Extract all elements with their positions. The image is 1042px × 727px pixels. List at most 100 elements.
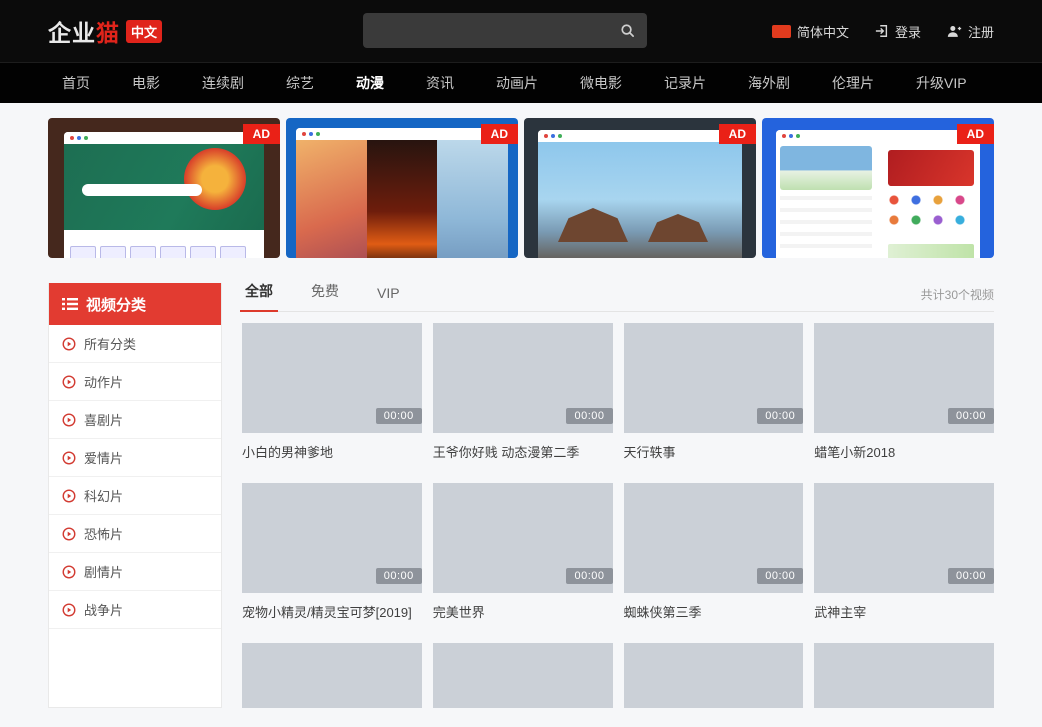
sidebar-item-war[interactable]: 战争片 xyxy=(49,591,221,629)
video-thumbnail xyxy=(814,643,994,708)
video-card-partial[interactable] xyxy=(433,643,613,708)
play-circle-icon xyxy=(62,489,76,503)
nav-item-variety[interactable]: 综艺 xyxy=(286,73,314,93)
video-title: 蜡笔小新2018 xyxy=(814,442,994,461)
tab-vip[interactable]: VIP xyxy=(374,285,403,311)
video-thumbnail xyxy=(624,643,804,708)
video-title: 王爷你好贱 动态漫第二季 xyxy=(433,442,613,461)
filter-tabbar: 全部 免费 VIP 共计30个视频 xyxy=(242,283,994,312)
logo-text: 企业猫 xyxy=(48,14,120,48)
top-header: 企业猫 中文 简体中文 xyxy=(0,0,1042,62)
language-switch[interactable]: 简体中文 xyxy=(772,22,849,41)
play-circle-icon xyxy=(62,375,76,389)
nav-item-microfilm[interactable]: 微电影 xyxy=(580,73,622,93)
login-label: 登录 xyxy=(895,22,921,41)
video-card[interactable]: 00:00 宠物小精灵/精灵宝可梦[2019] xyxy=(242,483,422,621)
ad-banner-3[interactable]: AD xyxy=(524,118,756,258)
video-card[interactable]: 00:00 武神主宰 xyxy=(814,483,994,621)
language-label: 简体中文 xyxy=(797,22,849,41)
sign-in-icon xyxy=(875,24,889,38)
video-card-partial[interactable] xyxy=(814,643,994,708)
video-thumbnail: 00:00 xyxy=(814,323,994,433)
sidebar-item-action[interactable]: 动作片 xyxy=(49,363,221,401)
video-card[interactable]: 00:00 蜘蛛侠第三季 xyxy=(624,483,804,621)
play-circle-icon xyxy=(62,451,76,465)
ad-banner-2[interactable]: AD xyxy=(286,118,518,258)
tab-all[interactable]: 全部 xyxy=(242,283,276,311)
nav-item-home[interactable]: 首页 xyxy=(62,73,90,93)
duration-badge: 00:00 xyxy=(376,408,422,424)
video-card[interactable]: 00:00 蜡笔小新2018 xyxy=(814,323,994,461)
ad-badge: AD xyxy=(243,124,280,144)
main-content: 视频分类 所有分类 动作片 喜剧片 爱情片 xyxy=(48,283,994,708)
video-title: 蜘蛛侠第三季 xyxy=(624,602,804,621)
nav-item-anime[interactable]: 动漫 xyxy=(356,73,384,93)
sidebar-item-comedy[interactable]: 喜剧片 xyxy=(49,401,221,439)
ad-banner-4[interactable]: AD xyxy=(762,118,994,258)
duration-badge: 00:00 xyxy=(948,408,994,424)
site-logo[interactable]: 企业猫 中文 xyxy=(48,14,162,48)
video-card-partial[interactable] xyxy=(242,643,422,708)
video-count-text: 共计30个视频 xyxy=(921,286,994,311)
category-sidebar: 视频分类 所有分类 动作片 喜剧片 爱情片 xyxy=(48,283,222,708)
duration-badge: 00:00 xyxy=(566,568,612,584)
flag-icon xyxy=(772,25,791,38)
tab-free[interactable]: 免费 xyxy=(308,283,342,311)
user-plus-icon xyxy=(947,24,962,38)
video-thumbnail xyxy=(433,643,613,708)
video-list-panel: 全部 免费 VIP 共计30个视频 00:00 小白的男神爹地 00:00 王爷… xyxy=(242,283,994,708)
video-card[interactable]: 00:00 完美世界 xyxy=(433,483,613,621)
sidebar-item-scifi[interactable]: 科幻片 xyxy=(49,477,221,515)
nav-item-ethics[interactable]: 伦理片 xyxy=(832,73,874,93)
play-circle-icon xyxy=(62,565,76,579)
sidebar-header: 视频分类 xyxy=(49,283,221,325)
video-title: 小白的男神爹地 xyxy=(242,442,422,461)
nav-item-cartoon[interactable]: 动画片 xyxy=(496,73,538,93)
video-card[interactable]: 00:00 天行轶事 xyxy=(624,323,804,461)
sidebar-item-romance[interactable]: 爱情片 xyxy=(49,439,221,477)
video-thumbnail: 00:00 xyxy=(242,323,422,433)
nav-item-movies[interactable]: 电影 xyxy=(132,73,160,93)
play-circle-icon xyxy=(62,527,76,541)
video-thumbnail: 00:00 xyxy=(814,483,994,593)
video-thumbnail: 00:00 xyxy=(433,323,613,433)
video-title: 天行轶事 xyxy=(624,442,804,461)
video-title: 完美世界 xyxy=(433,602,613,621)
nav-item-overseas[interactable]: 海外剧 xyxy=(748,73,790,93)
page: 企业猫 中文 简体中文 xyxy=(0,0,1042,727)
nav-item-upgrade-vip[interactable]: 升级VIP xyxy=(916,73,967,93)
login-link[interactable]: 登录 xyxy=(875,22,921,41)
register-label: 注册 xyxy=(968,22,994,41)
list-icon xyxy=(62,297,78,311)
video-card[interactable]: 00:00 王爷你好贱 动态漫第二季 xyxy=(433,323,613,461)
video-card-partial[interactable] xyxy=(624,643,804,708)
register-link[interactable]: 注册 xyxy=(947,22,994,41)
ad-banner-row: AD AD AD xyxy=(48,118,994,258)
sidebar-item-horror[interactable]: 恐怖片 xyxy=(49,515,221,553)
nav-item-documentary[interactable]: 记录片 xyxy=(664,73,706,93)
nav-item-series[interactable]: 连续剧 xyxy=(202,73,244,93)
sidebar-item-drama[interactable]: 剧情片 xyxy=(49,553,221,591)
play-circle-icon xyxy=(62,413,76,427)
browser-window-mock xyxy=(296,128,508,258)
browser-window-mock xyxy=(776,130,980,258)
ad-badge: AD xyxy=(719,124,756,144)
duration-badge: 00:00 xyxy=(757,568,803,584)
logo-lang-badge: 中文 xyxy=(126,20,162,43)
search-icon xyxy=(620,23,635,38)
ad-banner-1[interactable]: AD xyxy=(48,118,280,258)
search-box[interactable] xyxy=(363,13,647,48)
video-thumbnail: 00:00 xyxy=(624,483,804,593)
window-dots xyxy=(64,132,264,144)
duration-badge: 00:00 xyxy=(948,568,994,584)
video-title: 宠物小精灵/精灵宝可梦[2019] xyxy=(242,602,422,621)
video-card[interactable]: 00:00 小白的男神爹地 xyxy=(242,323,422,461)
play-circle-icon xyxy=(62,603,76,617)
window-dots xyxy=(538,130,742,142)
nav-item-news[interactable]: 资讯 xyxy=(426,73,454,93)
sidebar-item-all-categories[interactable]: 所有分类 xyxy=(49,325,221,363)
video-thumbnail: 00:00 xyxy=(433,483,613,593)
search-button[interactable] xyxy=(607,13,647,48)
ad-badge: AD xyxy=(481,124,518,144)
search-input[interactable] xyxy=(363,13,607,48)
